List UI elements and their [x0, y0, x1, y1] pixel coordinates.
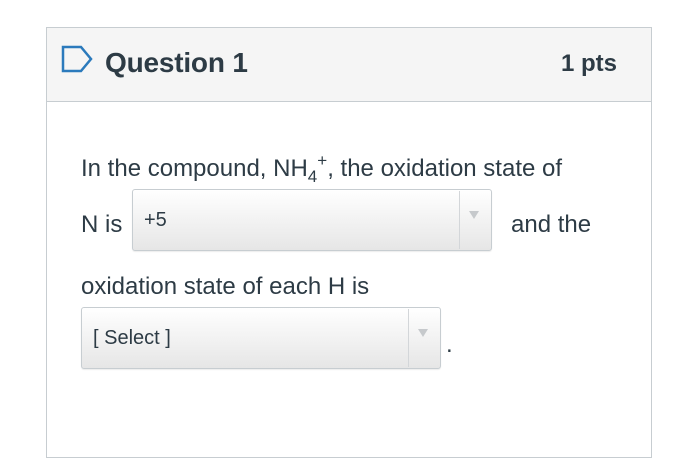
- line2-prefix: N is: [81, 211, 123, 238]
- line1-suffix: , the oxidation state of: [327, 155, 563, 182]
- hydrogen-dropdown-value: [ Select ]: [93, 327, 171, 349]
- nitrogen-dropdown-value: +5: [144, 209, 167, 231]
- question-points: 1 pts: [560, 50, 617, 77]
- question-header: Question 1 1 pts: [47, 28, 651, 102]
- trailing-period: .: [446, 331, 453, 358]
- formula-subscript: 4: [307, 167, 318, 186]
- nitrogen-oxidation-dropdown[interactable]: +5: [132, 189, 492, 251]
- chevron-down-icon[interactable]: [469, 211, 479, 219]
- bookmark-flag-icon[interactable]: [61, 45, 93, 73]
- line1-prefix: In the compound, NH: [81, 155, 308, 182]
- dropdown-divider: [408, 309, 409, 367]
- question-line-1: In the compound, NH4+, the oxidation sta…: [81, 151, 563, 186]
- question-card: Question 1 1 pts In the compound, NH4+, …: [46, 27, 652, 458]
- question-line-3: oxidation state of each H is: [81, 273, 370, 300]
- chevron-down-icon[interactable]: [418, 329, 428, 337]
- formula-superscript: +: [317, 151, 328, 170]
- line2-suffix: and the: [511, 211, 592, 238]
- hydrogen-oxidation-dropdown[interactable]: [ Select ]: [81, 307, 441, 369]
- dropdown-divider: [459, 191, 460, 249]
- question-title: Question 1: [105, 47, 248, 78]
